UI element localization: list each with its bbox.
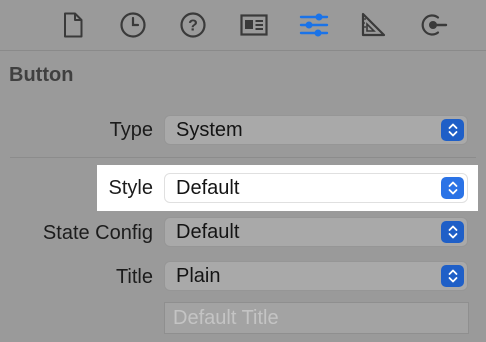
identity-inspector-icon[interactable]: [239, 10, 269, 40]
title-popup-value: Plain: [176, 265, 221, 287]
type-label: Type: [109, 119, 153, 141]
inspector-toolbar: ?: [0, 0, 486, 50]
state-config-label: State Config: [42, 222, 153, 244]
title-label: Title: [115, 266, 153, 288]
popup-chevrons-icon: [441, 265, 464, 287]
title-text-field: [164, 302, 469, 334]
section-divider: [10, 157, 476, 158]
size-inspector-icon[interactable]: [358, 10, 388, 40]
type-popup-value: System: [176, 119, 243, 141]
section-title: Button: [9, 64, 74, 86]
popup-chevrons-icon: [441, 221, 464, 243]
quick-help-icon[interactable]: ?: [178, 10, 208, 40]
file-inspector-icon[interactable]: [58, 10, 88, 40]
style-label: Style: [108, 177, 153, 199]
style-popup-value: Default: [176, 177, 240, 199]
state-config-popup-value: Default: [176, 221, 240, 243]
svg-text:?: ?: [188, 18, 198, 35]
toolbar-divider: [0, 50, 486, 51]
connections-inspector-icon[interactable]: [419, 10, 449, 40]
attributes-inspector-icon[interactable]: [299, 10, 329, 40]
state-config-popup[interactable]: Default: [164, 217, 468, 247]
title-popup[interactable]: Plain: [164, 261, 468, 291]
type-popup[interactable]: System: [164, 115, 468, 145]
style-popup[interactable]: Default: [164, 173, 468, 203]
attributes-inspector-panel: ? Button Type System Style Default State…: [0, 0, 486, 342]
title-text-input[interactable]: [165, 303, 468, 333]
popup-chevrons-icon: [441, 119, 464, 141]
history-inspector-icon[interactable]: [118, 10, 148, 40]
popup-chevrons-icon: [441, 177, 464, 199]
